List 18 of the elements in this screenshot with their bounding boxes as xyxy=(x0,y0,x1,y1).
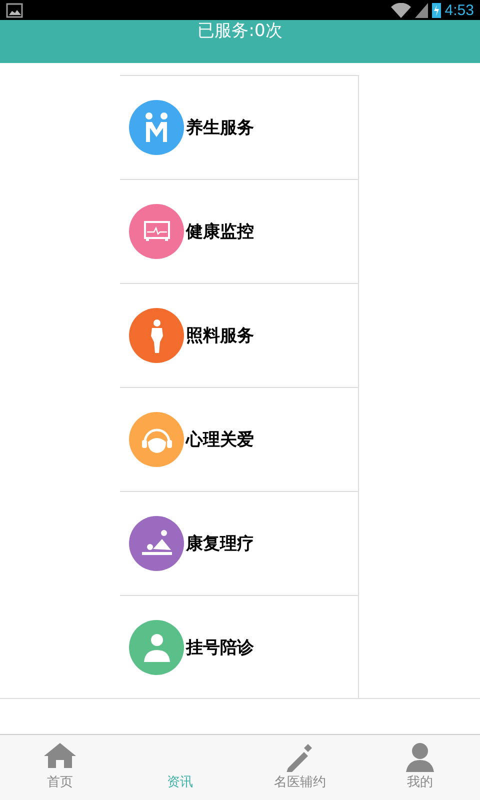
service-label[interactable]: 挂号陪诊 xyxy=(186,636,254,659)
service-icon[interactable] xyxy=(129,516,184,571)
service-icon[interactable] xyxy=(129,100,184,155)
service-icon[interactable] xyxy=(129,308,184,363)
service-label[interactable]: 健康监控 xyxy=(186,220,254,243)
clock: 4:53 xyxy=(444,2,474,18)
wifi-icon xyxy=(390,2,411,18)
service-label[interactable]: 康复理疗 xyxy=(186,532,254,555)
service-label[interactable]: 照料服务 xyxy=(186,324,254,347)
service-label[interactable]: 心理关爱 xyxy=(186,428,254,451)
service-icon[interactable] xyxy=(129,204,184,259)
service-label[interactable]: 养生服务 xyxy=(186,116,254,139)
service-icon[interactable] xyxy=(129,412,184,467)
signal-icon xyxy=(414,2,428,18)
service-icon[interactable] xyxy=(129,620,184,675)
service-count: 已服务:0次 xyxy=(198,21,282,41)
gallery-icon xyxy=(6,2,23,18)
battery-icon xyxy=(432,2,441,18)
